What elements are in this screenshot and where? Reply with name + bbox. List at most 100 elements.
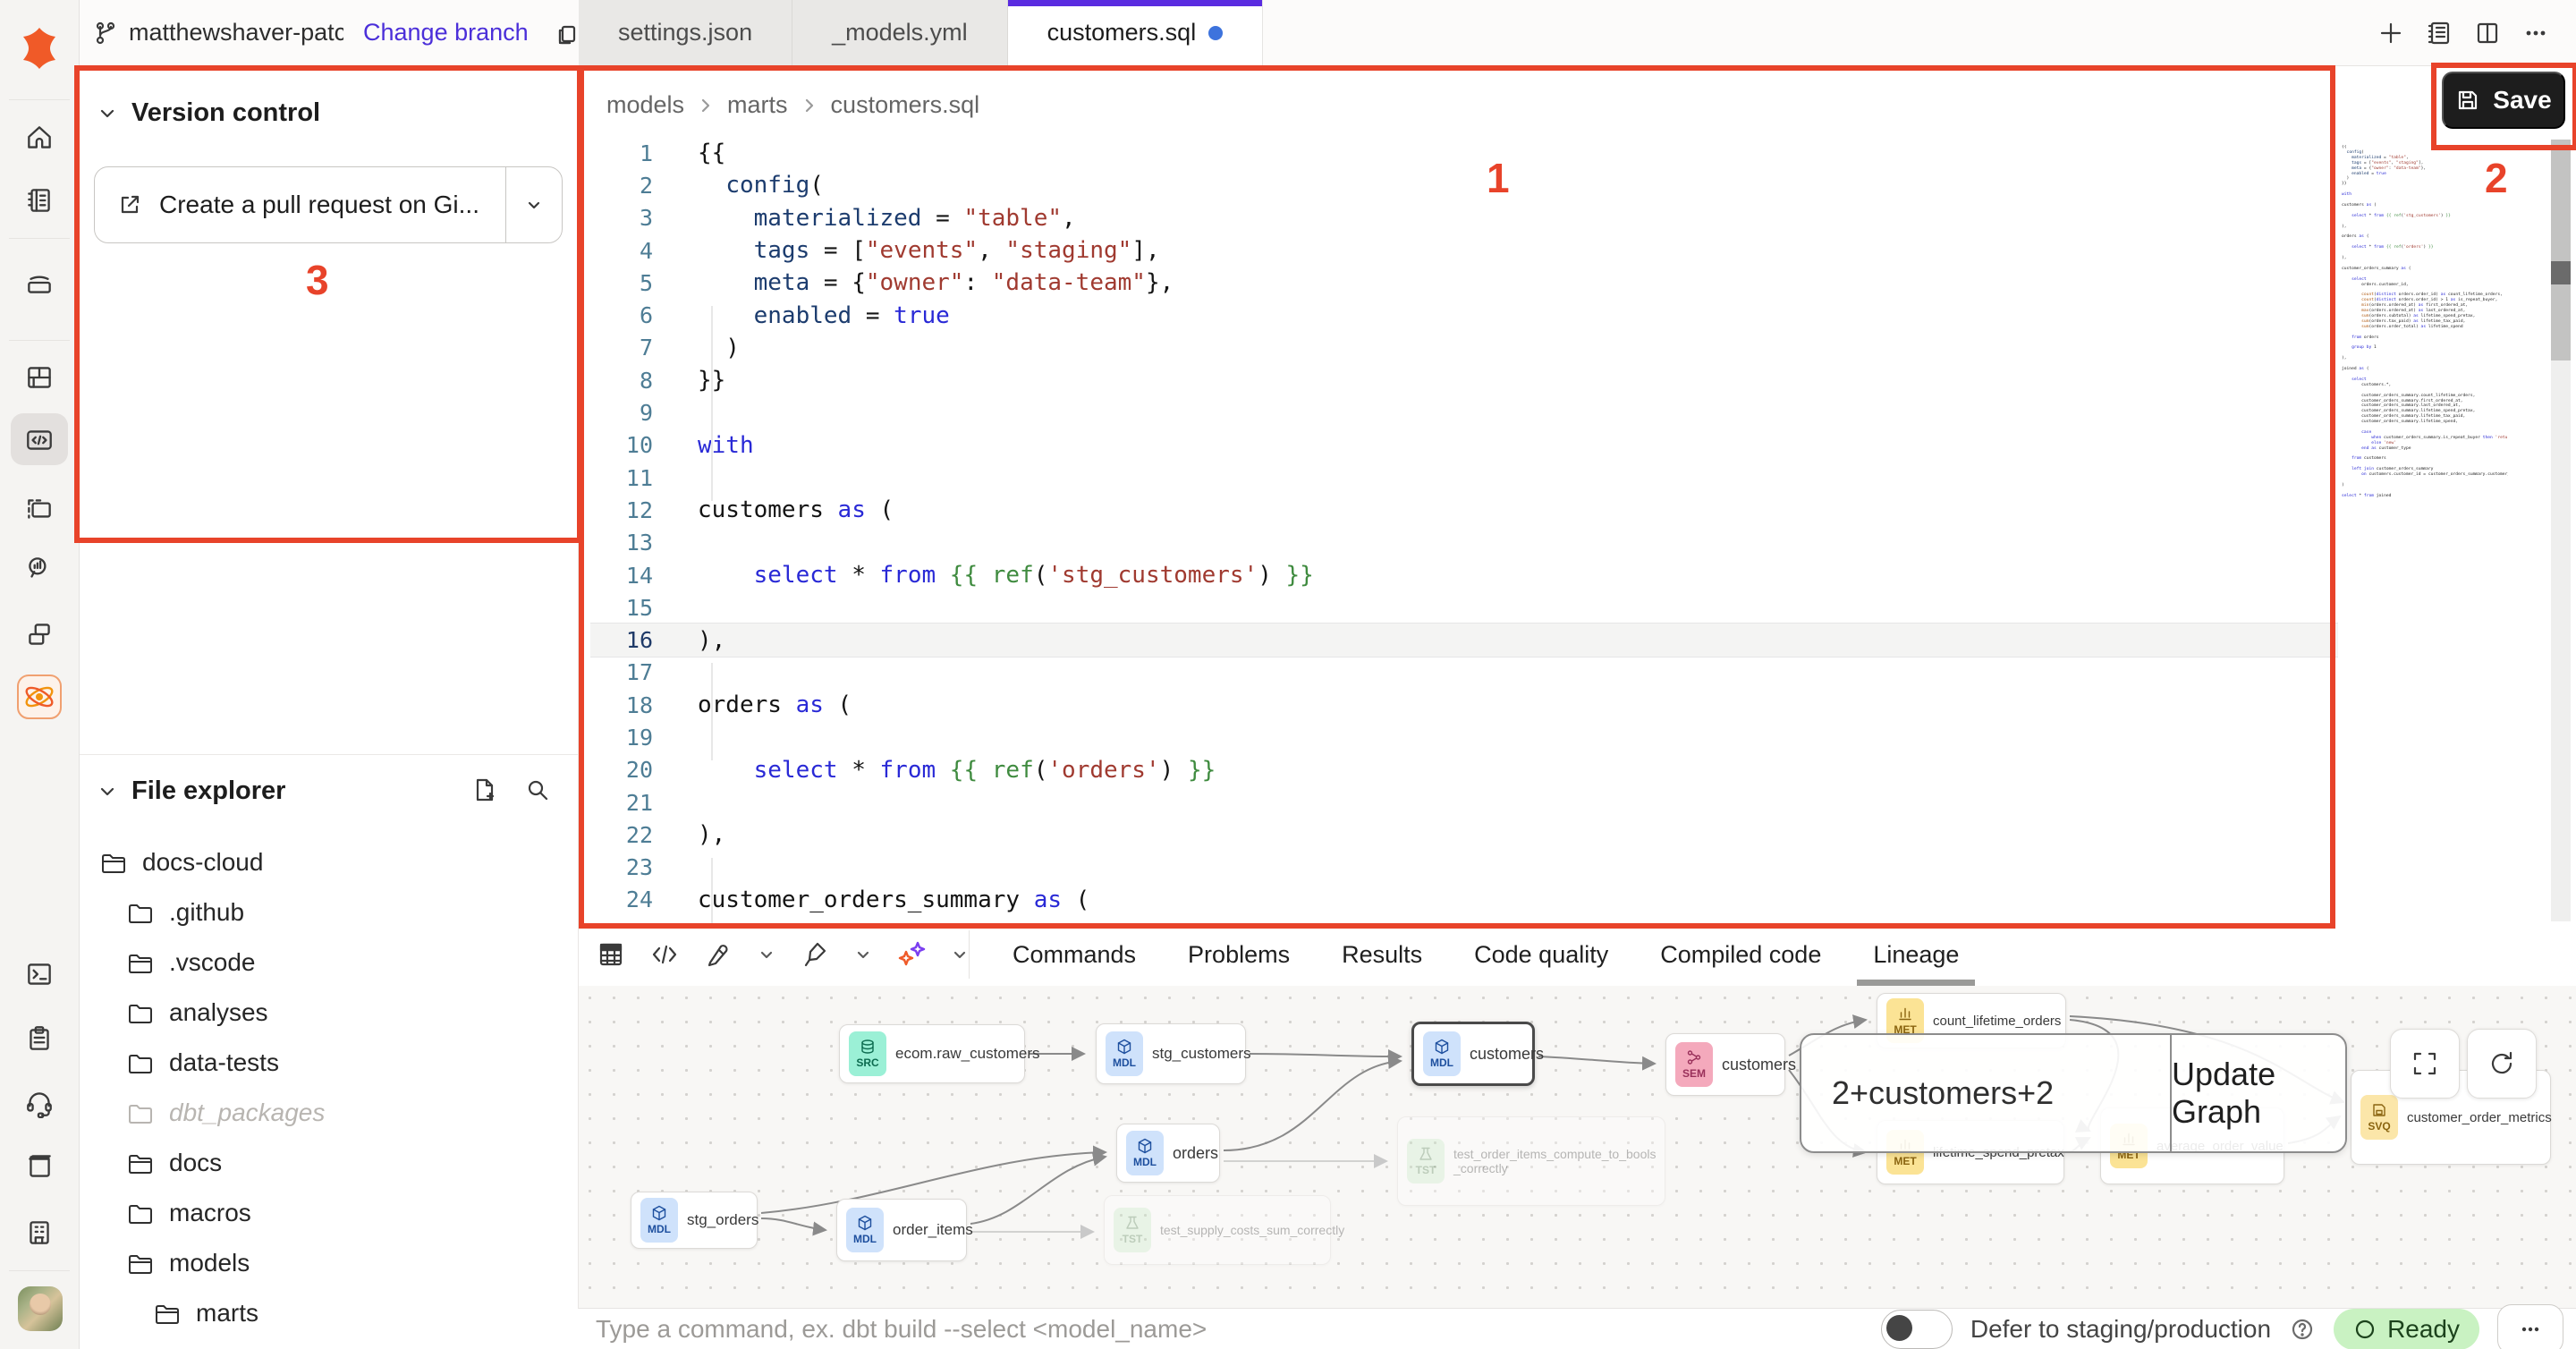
- file-tree-item-analyses[interactable]: analyses: [80, 988, 578, 1038]
- external-link-icon: [116, 191, 143, 218]
- scrollbar-thumb[interactable]: [2551, 140, 2571, 361]
- file-tree-label: marts: [196, 1299, 258, 1328]
- folder-open-icon: [153, 1300, 180, 1327]
- save-floppy-icon: [2455, 88, 2480, 113]
- file-tree-item-.vscode[interactable]: .vscode: [80, 938, 578, 988]
- copy-icon[interactable]: [554, 20, 580, 47]
- new-file-icon[interactable]: [470, 776, 497, 803]
- save-button[interactable]: Save: [2442, 72, 2565, 129]
- file-tree-label: .vscode: [169, 948, 256, 977]
- change-branch-link[interactable]: Change branch: [363, 19, 529, 47]
- version-control-title: Version control: [131, 98, 320, 128]
- node-badge-mdl-icon: MDL: [1106, 1031, 1143, 1076]
- lineage-node-customers[interactable]: MDLcustomers: [1411, 1022, 1535, 1086]
- lineage-node-test_order_items_compute_to_bools[interactable]: TSTtest_order_items_compute_to_bools _co…: [1397, 1116, 1665, 1206]
- file-tree-item-models[interactable]: models: [80, 1238, 578, 1288]
- node-label: stg_customers: [1152, 1045, 1251, 1063]
- file-list-icon[interactable]: [2426, 20, 2453, 47]
- sessions-icon[interactable]: [0, 609, 79, 659]
- node-badge-mdl-icon: MDL: [640, 1198, 678, 1243]
- node-label: order_items: [893, 1221, 973, 1239]
- tab-settings.json[interactable]: settings.json: [579, 0, 792, 65]
- lineage-node-stg_orders[interactable]: MDL stg_orders: [631, 1192, 758, 1249]
- folder-open-icon: [126, 1150, 153, 1176]
- help-icon[interactable]: [2289, 1316, 2316, 1343]
- home-icon[interactable]: [0, 113, 79, 163]
- create-pr-label: Create a pull request on Gi...: [159, 191, 479, 219]
- search-icon[interactable]: [524, 776, 551, 803]
- lineage-node-order_items[interactable]: MDLorder_items: [836, 1199, 967, 1261]
- minimap[interactable]: {{ config( materialized = "table", tags …: [2342, 145, 2508, 503]
- clipboard-icon[interactable]: [0, 1014, 79, 1064]
- dbt-logo[interactable]: [0, 23, 79, 73]
- tab-label: _models.yml: [832, 19, 968, 47]
- dbt-copilot-icon[interactable]: [0, 672, 79, 722]
- notebook-icon[interactable]: [0, 175, 79, 225]
- lineage-node-ecom.raw_customers[interactable]: SRCecom.raw_customers: [839, 1024, 1025, 1083]
- folder-open-icon: [126, 1250, 153, 1277]
- status-badge[interactable]: Ready: [2334, 1309, 2479, 1349]
- folder-closed-icon: [126, 1049, 153, 1076]
- command-input[interactable]: Type a command, ex. dbt build --select <…: [596, 1315, 1207, 1344]
- file-tree-item-dbt_packages[interactable]: dbt_packages: [80, 1088, 578, 1138]
- status-text: Ready: [2387, 1315, 2460, 1344]
- terminal-icon[interactable]: [0, 949, 79, 999]
- minimap-code: {{ config( materialized = "table", tags …: [2342, 145, 2508, 499]
- tab-_models.yml[interactable]: _models.yml: [792, 0, 1008, 65]
- folder-closed-icon: [126, 1200, 153, 1226]
- split-view-icon[interactable]: [2474, 20, 2501, 47]
- file-tree-label: macros: [169, 1199, 251, 1227]
- version-control-header[interactable]: Version control: [96, 98, 320, 128]
- file-tree-item-data-tests[interactable]: data-tests: [80, 1038, 578, 1088]
- node-label: stg_orders: [687, 1211, 758, 1229]
- file-tree-item-.github[interactable]: .github: [80, 887, 578, 938]
- drawer-icon[interactable]: [0, 258, 79, 308]
- status-bar: Type a command, ex. dbt build --select <…: [578, 1308, 2576, 1349]
- create-pr-button[interactable]: Create a pull request on Gi...: [94, 166, 563, 243]
- code-editor-icon[interactable]: [0, 415, 79, 465]
- tab-bar: settings.json _models.yml customers.sql: [579, 0, 1263, 65]
- refresh-graph-button[interactable]: [2467, 1029, 2537, 1099]
- support-headset-icon[interactable]: [0, 1078, 79, 1128]
- file-explorer-header[interactable]: File explorer: [96, 776, 285, 806]
- tab-label: settings.json: [618, 19, 752, 47]
- docs-book-icon[interactable]: [0, 1141, 79, 1192]
- lineage-selector: 2+customers+2 Update Graph: [1800, 1033, 2347, 1153]
- lineage-node-customers[interactable]: SEMcustomers: [1665, 1033, 1785, 1096]
- insights-icon[interactable]: [0, 544, 79, 594]
- node-badge-src-icon: SRC: [849, 1031, 886, 1076]
- lineage-node-orders[interactable]: MDLorders: [1116, 1124, 1220, 1183]
- more-options-icon[interactable]: [2522, 20, 2549, 47]
- file-tree-item-docs-cloud[interactable]: docs-cloud: [80, 837, 578, 887]
- dashboard-icon[interactable]: [0, 352, 79, 403]
- lineage-node-test_supply_costs_sum_correctly[interactable]: TSTtest_supply_costs_sum_correctly: [1104, 1195, 1331, 1265]
- editor-scrollbar[interactable]: [2551, 140, 2571, 921]
- user-avatar[interactable]: [18, 1286, 63, 1331]
- defer-toggle[interactable]: [1881, 1310, 1953, 1349]
- new-tab-icon[interactable]: [2377, 20, 2404, 47]
- fullscreen-button[interactable]: [2390, 1029, 2460, 1099]
- tab-label: customers.sql: [1047, 19, 1197, 47]
- file-tree-label: dbt_packages: [169, 1099, 325, 1127]
- tab-customers.sql[interactable]: customers.sql: [1008, 0, 1264, 65]
- scrollbar-handle[interactable]: [2551, 261, 2571, 284]
- more-actions-button[interactable]: [2497, 1304, 2563, 1349]
- dbt-cloud-ide: matthewshaver-patc Change branch setting…: [0, 0, 2576, 1349]
- update-graph-button[interactable]: Update Graph: [2172, 1035, 2345, 1151]
- node-label: count_lifetime_orders: [1933, 1014, 2061, 1029]
- create-pr-button-main[interactable]: Create a pull request on Gi...: [95, 191, 505, 219]
- file-tree-item-marts[interactable]: marts: [80, 1288, 578, 1338]
- top-bar: matthewshaver-patc Change branch setting…: [79, 0, 2576, 66]
- branch-name[interactable]: matthewshaver-patc: [129, 19, 343, 47]
- lineage-selector-input[interactable]: 2+customers+2: [1801, 1035, 2172, 1151]
- pr-options-caret[interactable]: [505, 167, 562, 242]
- defer-label: Defer to staging/production: [1970, 1315, 2271, 1344]
- file-tree: docs-cloud.github .vscode analysesdata-tes…: [80, 837, 578, 1338]
- lineage-node-stg_customers[interactable]: MDLstg_customers: [1096, 1023, 1246, 1084]
- file-tree-item-docs[interactable]: docs: [80, 1138, 578, 1188]
- file-tree-item-macros[interactable]: macros: [80, 1188, 578, 1238]
- canvas-icon[interactable]: [0, 484, 79, 534]
- organization-icon[interactable]: [0, 1208, 79, 1258]
- git-branch-icon: [93, 21, 118, 46]
- chevron-down-icon: [96, 780, 119, 803]
